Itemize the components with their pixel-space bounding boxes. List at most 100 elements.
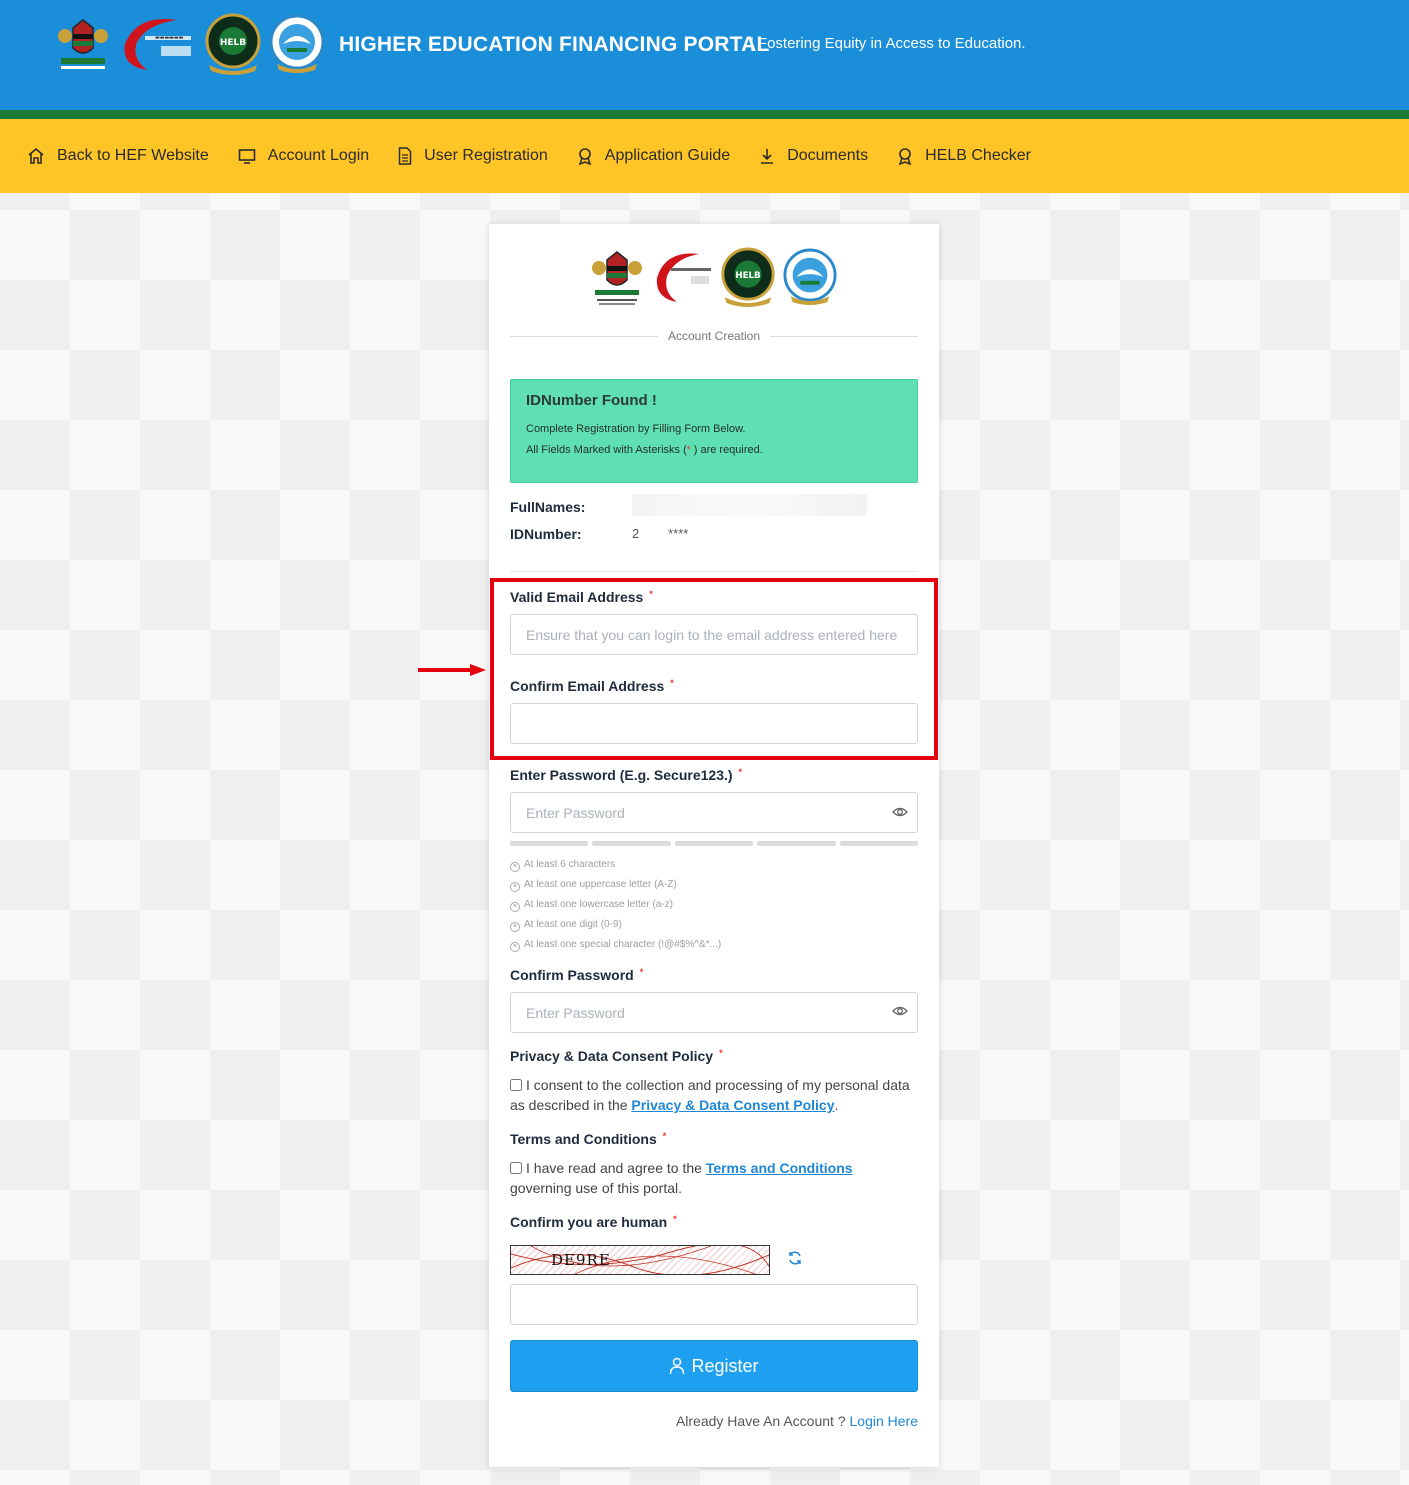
rule-text: At least one special character (!@#$%^&*…	[524, 939, 722, 950]
terms-label-text: Terms and Conditions	[510, 1131, 657, 1147]
nav-label: User Registration	[424, 147, 548, 164]
strength-segment	[510, 841, 589, 846]
universities-fund-logo	[269, 14, 325, 73]
terms-text-end: governing use of this portal.	[510, 1180, 682, 1196]
portal-tagline: Fostering Equity in Access to Education.	[750, 35, 1026, 52]
privacy-policy-link[interactable]: Privacy & Data Consent Policy	[631, 1097, 834, 1113]
refresh-icon[interactable]	[787, 1250, 803, 1266]
award-icon	[899, 148, 912, 165]
helb-logo: HELB	[205, 13, 261, 75]
section-divider: Account Creation	[510, 329, 918, 343]
x-circle-icon: ×	[510, 882, 520, 892]
divider-line	[770, 335, 918, 337]
rule-item: × At least 6 characters	[510, 855, 721, 875]
fullnames-value-redacted	[632, 494, 867, 516]
captcha-noise	[511, 1246, 769, 1274]
eye-icon[interactable]	[892, 804, 908, 820]
divider-line	[510, 335, 658, 337]
privacy-consent: I consent to the collection and processi…	[510, 1075, 918, 1115]
login-link[interactable]: Login Here	[850, 1413, 919, 1429]
id-found-alert: IDNumber Found ! Complete Registration b…	[510, 379, 918, 483]
rule-text: At least one digit (0-9)	[524, 919, 622, 930]
svg-text:HELB: HELB	[220, 38, 246, 48]
required-asterisk: *	[719, 1048, 723, 1058]
required-asterisk: *	[673, 1214, 677, 1224]
required-asterisk: *	[639, 967, 644, 977]
svg-text:HELB: HELB	[735, 271, 761, 281]
x-circle-icon: ×	[510, 902, 520, 912]
password-field[interactable]	[510, 792, 918, 833]
award-icon	[578, 148, 591, 165]
fullnames-label: FullNames:	[510, 499, 586, 515]
universities-fund-logo	[783, 248, 837, 305]
rule-item: × At least one digit (0-9)	[510, 915, 721, 935]
idnumber-label: IDNumber:	[510, 526, 582, 542]
strength-segment	[839, 841, 919, 846]
divider-line	[510, 571, 918, 572]
x-circle-icon: ×	[510, 922, 520, 932]
terms-checkbox[interactable]	[510, 1162, 522, 1174]
alert-line-1: Complete Registration by Filling Form Be…	[526, 423, 746, 435]
strength-segment	[757, 841, 836, 846]
captcha-label-text: Confirm you are human	[510, 1214, 668, 1230]
confirm-password-label: Confirm Password *	[510, 967, 643, 983]
required-asterisk: *	[686, 445, 691, 456]
document-icon	[398, 147, 412, 165]
download-icon	[761, 149, 774, 164]
header-bar: ▬▬▬▬▬▬ HELB HIGHER EDUCATION FINANCING P…	[0, 0, 1409, 110]
strength-segment	[674, 841, 754, 846]
eye-icon[interactable]	[892, 1003, 908, 1019]
captcha-label: Confirm you are human *	[510, 1214, 677, 1230]
captcha-code: DE9RE	[551, 1251, 611, 1269]
helb-logo: HELB	[721, 247, 775, 307]
nav-documents[interactable]: Documents	[759, 147, 868, 165]
register-label: Register	[691, 1355, 759, 1376]
register-button[interactable]: Register	[510, 1340, 918, 1392]
privacy-checkbox[interactable]	[510, 1079, 522, 1091]
required-asterisk: *	[662, 1131, 667, 1141]
terms-text: I have read and agree to the	[526, 1160, 706, 1176]
card-logos: HELB	[589, 246, 837, 308]
registration-card: HELB Account Creation IDNumber Found ! C…	[489, 224, 939, 1467]
confirm-password-field[interactable]	[510, 992, 918, 1033]
password-label-text: Enter Password (E.g. Secure123.)	[510, 767, 733, 783]
nav-label: HELB Checker	[925, 147, 1031, 164]
rule-item: × At least one lowercase letter (a-z)	[510, 895, 721, 915]
red-arrow-icon	[418, 664, 486, 676]
nav-helb-checker[interactable]: HELB Checker	[897, 147, 1031, 165]
home-icon	[28, 147, 44, 164]
nav-back-to-hef-website[interactable]: Back to HEF Website	[27, 147, 209, 165]
terms-label: Terms and Conditions *	[510, 1131, 666, 1147]
user-icon	[670, 1357, 685, 1375]
nav-application-guide[interactable]: Application Guide	[577, 147, 730, 165]
captcha-input[interactable]	[510, 1284, 918, 1325]
nav-label: Back to HEF Website	[57, 147, 209, 164]
x-circle-icon: ×	[510, 942, 520, 952]
password-label: Enter Password (E.g. Secure123.) *	[510, 767, 742, 783]
section-title: Account Creation	[667, 329, 761, 343]
confirm-password-label-text: Confirm Password	[510, 967, 634, 983]
alert-title: IDNumber Found !	[526, 392, 657, 409]
alert-line-2: All Fields Marked with Asterisks (* ) ar…	[526, 440, 902, 461]
required-asterisk: *	[738, 767, 743, 777]
privacy-label: Privacy & Data Consent Policy *	[510, 1048, 723, 1064]
kenya-coat-of-arms-logo	[592, 251, 642, 305]
nav-label: Application Guide	[604, 147, 731, 164]
email-fields-highlight-box	[490, 578, 938, 760]
nav-account-login[interactable]: Account Login	[238, 147, 369, 165]
nav-user-registration[interactable]: User Registration	[398, 147, 548, 165]
terms-consent: I have read and agree to the Terms and C…	[510, 1158, 918, 1198]
idnumber-value: 2 ****	[632, 526, 689, 541]
password-strength-meter	[510, 841, 919, 846]
alert-line-2-pre: All Fields Marked with Asterisks (	[526, 444, 687, 456]
rule-text: At least one uppercase letter (A-Z)	[524, 879, 677, 890]
rule-text: At least 6 characters	[524, 859, 616, 870]
already-text: Already Have An Account ?	[675, 1413, 846, 1429]
x-circle-icon: ×	[510, 862, 520, 872]
captcha-image: DE9RE	[510, 1245, 770, 1275]
terms-link[interactable]: Terms and Conditions	[706, 1160, 853, 1176]
header-logos: ▬▬▬▬▬▬ HELB	[55, 12, 325, 76]
svg-text:▬▬▬▬▬▬: ▬▬▬▬▬▬	[155, 35, 184, 41]
nav-label: Account Login	[267, 147, 370, 164]
ministry-swoosh-logo: ▬▬▬▬▬▬	[124, 19, 191, 70]
